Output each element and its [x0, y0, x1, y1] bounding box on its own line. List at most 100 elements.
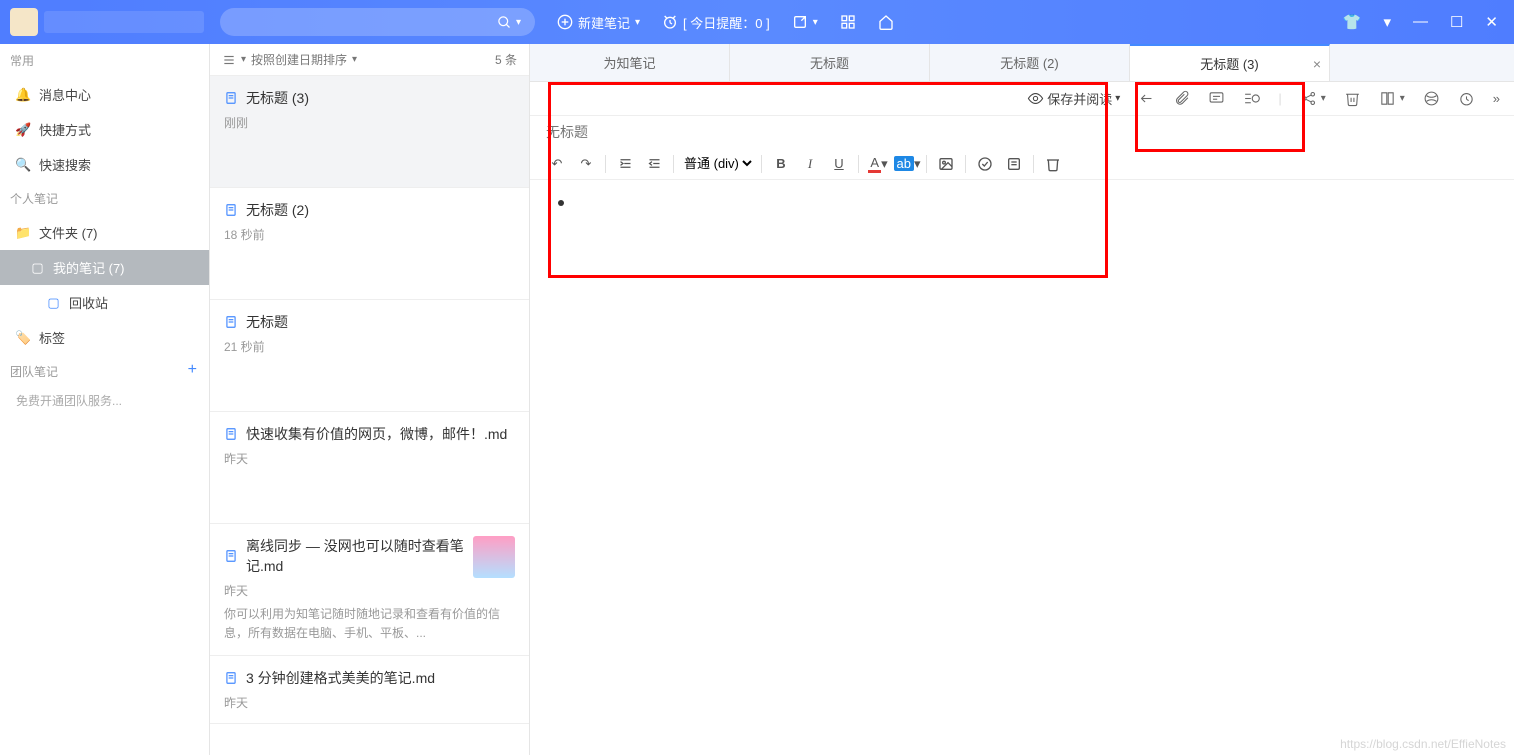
save-and-read[interactable]: 保存并阅读 ▾ — [1027, 89, 1120, 108]
note-list-item[interactable]: 3 分钟创建格式美美的笔记.md 昨天 — [210, 656, 529, 724]
italic-button[interactable]: I — [797, 151, 823, 177]
folder-icon: 📁 — [16, 225, 31, 240]
paragraph-select[interactable]: 普通 (div) — [680, 155, 755, 172]
sidebar-item-search[interactable]: 🔍 快速搜索 — [0, 147, 209, 182]
bullet-point — [558, 200, 564, 206]
comment-button[interactable] — [1208, 90, 1225, 107]
note-list-item[interactable]: 无标题 (3) 刚刚 — [210, 76, 529, 188]
filter-icon[interactable]: ▾ — [1383, 13, 1391, 31]
outline-button[interactable] — [1243, 90, 1260, 107]
home-button[interactable] — [878, 14, 894, 30]
underline-button[interactable]: U — [826, 151, 852, 177]
delete-format-button[interactable] — [1040, 151, 1066, 177]
note-list-item[interactable]: 无标题 (2) 18 秒前 — [210, 188, 529, 300]
note-meta: 昨天 — [224, 582, 515, 599]
image-button[interactable] — [933, 151, 959, 177]
note-meta: 21 秒前 — [224, 338, 515, 355]
sort-dropdown[interactable]: ▾ 按照创建日期排序 ▾ — [222, 51, 357, 68]
paperclip-icon — [1173, 90, 1190, 107]
note-title-input[interactable] — [530, 116, 1080, 148]
format-toolbar: ↶ ↷ 普通 (div) B I U A▾ ab▾ — [530, 148, 1514, 180]
note-list-item[interactable]: 快速收集有价值的网页，微博，邮件！.md 昨天 — [210, 412, 529, 524]
sort-label: 按照创建日期排序 — [251, 51, 347, 68]
today-reminder[interactable]: [ 今日提醒：0 ] — [662, 13, 770, 32]
tab-close-icon[interactable]: × — [1313, 56, 1321, 72]
reminder-button[interactable] — [1458, 90, 1475, 107]
user-name-blurred — [44, 11, 204, 33]
search-input[interactable]: ▾ — [220, 8, 535, 36]
note-meta: 昨天 — [224, 694, 515, 711]
note-list-item[interactable]: 离线同步 — 没网也可以随时查看笔记.md 昨天 你可以利用为知笔记随时随地记录… — [210, 524, 529, 656]
minimize-button[interactable]: — — [1413, 13, 1428, 31]
text-color-button[interactable]: A▾ — [865, 151, 891, 177]
folder-icon: ▢ — [46, 295, 61, 310]
open-team-link[interactable]: 免费开通团队服务... — [0, 384, 209, 417]
note-meta: 昨天 — [224, 450, 515, 467]
chevron-down-icon: ▾ — [635, 17, 640, 28]
add-team-button[interactable]: + — [188, 361, 197, 379]
highlight-button[interactable]: ab▾ — [894, 151, 920, 177]
clock-icon — [1458, 90, 1475, 107]
document-icon — [224, 549, 238, 563]
trash-icon — [1045, 156, 1061, 172]
new-note-button[interactable]: 新建笔记 ▾ — [557, 13, 640, 32]
outdent-button[interactable] — [1138, 90, 1155, 107]
folder-open-icon: ▢ — [30, 260, 45, 275]
sidebar-item-shortcut[interactable]: 🚀 快捷方式 — [0, 112, 209, 147]
outdent-button[interactable] — [641, 151, 667, 177]
today-reminder-label: [ 今日提醒：0 ] — [683, 13, 770, 32]
sidebar-item-folder[interactable]: 📁 文件夹 (7) — [0, 215, 209, 250]
image-icon — [938, 156, 954, 172]
bell-icon: 🔔 — [16, 87, 31, 102]
avatar[interactable] — [10, 8, 38, 36]
attach-button[interactable] — [1173, 90, 1190, 107]
chevron-down-icon: ▾ — [1321, 93, 1326, 104]
checklist-button[interactable] — [972, 151, 998, 177]
indent-icon — [618, 156, 633, 171]
maximize-button[interactable]: ☐ — [1450, 13, 1463, 31]
sidebar-item-messages[interactable]: 🔔 消息中心 — [0, 77, 209, 112]
tab-label: 无标题 — [810, 53, 849, 72]
tab[interactable]: 无标题 — [730, 44, 930, 81]
chevron-down-icon: ▾ — [352, 54, 357, 65]
bold-button[interactable]: B — [768, 151, 794, 177]
undo-button[interactable]: ↶ — [544, 151, 570, 177]
encrypt-button[interactable] — [1423, 90, 1440, 107]
note-thumbnail — [473, 536, 515, 578]
editor-pane: 为知笔记 无标题 无标题 (2) 无标题 (3)× 保存并阅读 ▾ | ▾ ▾ … — [530, 44, 1514, 755]
tab-active[interactable]: 无标题 (3)× — [1130, 44, 1330, 81]
sidebar-group-personal: 个人笔记 — [0, 182, 209, 215]
chevron-down-icon: ▾ — [813, 17, 818, 28]
sidebar-item-tags[interactable]: 🏷️ 标签 — [0, 320, 209, 355]
more-button[interactable]: » — [1493, 91, 1500, 106]
sidebar-item-recycle[interactable]: ▢ 回收站 — [0, 285, 209, 320]
sidebar-item-mynotes[interactable]: ▢ 我的笔记 (7) — [0, 250, 209, 285]
tab[interactable]: 为知笔记 — [530, 44, 730, 81]
sidebar: 常用 🔔 消息中心 🚀 快捷方式 🔍 快速搜索 个人笔记 📁 文件夹 (7) ▢… — [0, 44, 210, 755]
redo-button[interactable]: ↷ — [573, 151, 599, 177]
chevron-down-icon: ▾ — [1400, 93, 1405, 104]
close-button[interactable]: ✕ — [1485, 13, 1498, 31]
indent-button[interactable] — [612, 151, 638, 177]
book-button[interactable]: ▾ — [1379, 90, 1405, 107]
note-list-item[interactable]: 无标题 21 秒前 — [210, 300, 529, 412]
list-icon — [222, 53, 236, 67]
comment-icon — [1208, 90, 1225, 107]
app-header: ▾ 新建笔记 ▾ [ 今日提醒：0 ] ▾ 👕 ▾ — ☐ ✕ — [0, 0, 1514, 44]
screenshot-button[interactable]: ▾ — [792, 14, 818, 30]
apps-button[interactable] — [840, 14, 856, 30]
rocket-icon: 🚀 — [16, 122, 31, 137]
note-meta: 18 秒前 — [224, 226, 515, 243]
share-icon — [1300, 90, 1317, 107]
table-button[interactable] — [1001, 151, 1027, 177]
share-button[interactable]: ▾ — [1300, 90, 1326, 107]
tab[interactable]: 无标题 (2) — [930, 44, 1130, 81]
document-icon — [224, 203, 238, 217]
document-icon — [224, 91, 238, 105]
delete-button[interactable] — [1344, 90, 1361, 107]
note-count: 5 条 — [495, 51, 517, 68]
trash-icon — [1344, 90, 1361, 107]
shirt-icon[interactable]: 👕 — [1343, 13, 1362, 31]
editor-content[interactable] — [530, 180, 1514, 755]
document-icon — [224, 427, 238, 441]
